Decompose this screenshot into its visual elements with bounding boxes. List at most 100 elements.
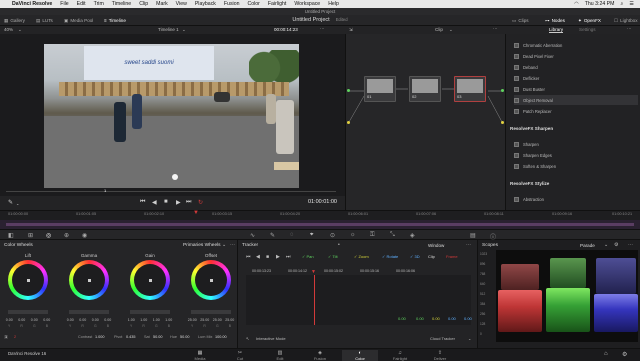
chevron-down-icon[interactable]: ⌄	[16, 201, 19, 206]
fx-sharpen-edges[interactable]: Sharpen Edges	[514, 150, 638, 160]
page-cut[interactable]: ✂ Cut	[222, 350, 258, 361]
gamma-b[interactable]: 0.00	[104, 318, 111, 322]
gamma-wheel[interactable]	[69, 260, 109, 300]
tracker-mode-select[interactable]: Window	[428, 243, 444, 248]
track-back-icon[interactable]: ⏮	[246, 254, 251, 260]
qualifier-icon[interactable]: ✎	[270, 232, 275, 239]
offset-wheel[interactable]	[191, 260, 231, 300]
scope-options-icon[interactable]: ⋯	[628, 242, 633, 248]
options-icon[interactable]: •	[338, 242, 340, 248]
chevron-down-icon[interactable]: ⌄	[604, 242, 608, 248]
tab-openfx[interactable]: ✦ OpenFX	[578, 17, 601, 24]
menu-fairlight[interactable]: Fairlight	[268, 1, 286, 7]
fx-sharpen[interactable]: Sharpen	[514, 139, 638, 149]
clip-mode-button[interactable]: Clip	[428, 254, 435, 259]
color-match-icon[interactable]: ⊞	[28, 232, 33, 239]
play-icon[interactable]: ▶	[176, 199, 181, 206]
output-key[interactable]	[501, 121, 504, 124]
settings-icon[interactable]: ⚙	[622, 351, 627, 358]
video-frame[interactable]: sweet saddi suomi	[44, 44, 299, 188]
offset-r[interactable]: 25.00	[200, 318, 209, 322]
menu-workspace[interactable]: Workspace	[294, 1, 320, 7]
option-tilt[interactable]: ✓ Tilt	[328, 254, 338, 259]
menu-timeline[interactable]: Timeline	[112, 1, 131, 7]
lift-y[interactable]: 0.00	[6, 318, 13, 322]
option-rotate[interactable]: ✓ Rotate	[382, 254, 398, 259]
source-key-input[interactable]	[347, 121, 350, 124]
page-deliver[interactable]: ⇪ Deliver	[422, 350, 458, 361]
option-3d[interactable]: ✓ 3D	[410, 254, 420, 259]
offset-b[interactable]: 25.00	[225, 318, 234, 322]
fx-soften-sharpen[interactable]: Soften & Sharpen	[514, 161, 638, 171]
lift-values[interactable]: 0.00 0.00 0.00 0.00	[3, 318, 53, 322]
track-reverse-icon[interactable]: ◀	[256, 254, 260, 260]
parade-scope[interactable]	[496, 250, 638, 342]
page-fusion[interactable]: ◈ Fusion	[302, 350, 338, 361]
scrub-bar[interactable]	[6, 191, 336, 192]
wheel-center[interactable]	[88, 279, 91, 282]
chevron-down-icon[interactable]: ⌄	[449, 27, 453, 33]
offset-master-wheel[interactable]	[191, 310, 231, 314]
scopes-toggle-icon[interactable]: ▤	[470, 232, 476, 239]
tracker-icon[interactable]: ⌖	[310, 232, 313, 239]
wheels-mode-select[interactable]: Primaries Wheels	[183, 243, 221, 248]
step-back-icon[interactable]: ◀	[152, 199, 157, 206]
tracker-options-icon[interactable]: ⋯	[466, 242, 471, 248]
page-fairlight[interactable]: ♫ Fairlight	[382, 350, 418, 361]
menu-help[interactable]: Help	[328, 1, 339, 7]
pivot-value[interactable]: 0.435	[126, 335, 136, 339]
lummix-value[interactable]: 100.00	[215, 335, 227, 339]
option-pan[interactable]: ✓ Pan	[302, 254, 314, 259]
page-color[interactable]: ◐ Color	[342, 350, 378, 361]
key-icon[interactable]: ⚿	[370, 232, 375, 239]
fx-abstraction[interactable]: Abstraction	[514, 194, 638, 204]
library-section-sharpen[interactable]: ResolveFX Sharpen	[510, 126, 553, 131]
menu-clip[interactable]: Clip	[139, 1, 148, 7]
gamma-master-wheel[interactable]	[69, 310, 109, 314]
zoom-icon[interactable]: ⇲	[349, 27, 353, 33]
gain-y[interactable]: 1.00	[128, 318, 135, 322]
sat-value[interactable]: 50.00	[153, 335, 163, 339]
node-02[interactable]: 02	[409, 76, 441, 102]
fx-patch-replacer[interactable]: Patch Replacer	[514, 106, 638, 116]
clip-bar[interactable]	[6, 223, 634, 226]
scope-type-select[interactable]: Parade	[580, 243, 595, 248]
timeline-name[interactable]: Timeline 1	[158, 27, 179, 32]
contrast-value[interactable]: 1.000	[95, 335, 105, 339]
camera-raw-icon[interactable]: ◧	[8, 232, 14, 239]
home-icon[interactable]: ⌂	[604, 351, 608, 357]
fx-chromatic-aberration[interactable]: Chromatic Aberration	[514, 40, 638, 50]
offset-y[interactable]: 25.00	[188, 318, 197, 322]
menu-edit[interactable]: Edit	[77, 1, 86, 7]
library-options-icon[interactable]: ⋯	[627, 26, 632, 32]
menu-mark[interactable]: Mark	[156, 1, 168, 7]
page-1-button[interactable]: 1	[4, 335, 9, 339]
node-03[interactable]: 03	[454, 76, 486, 102]
sizing-icon[interactable]: ⤡	[390, 232, 395, 239]
chevron-down-icon[interactable]: ⌄	[182, 27, 186, 33]
chevron-down-icon[interactable]: ⌄	[18, 27, 22, 33]
gain-values[interactable]: 1.00 1.00 1.00 1.00	[125, 318, 175, 322]
tab-lightbox[interactable]: ☐ Lightbox	[614, 17, 638, 24]
fx-dead-pixel-fixer[interactable]: Dead Pixel Fixer	[514, 51, 638, 61]
blur-icon[interactable]: ☼	[350, 232, 356, 238]
track-step-icon[interactable]: ⏭	[286, 254, 291, 260]
output-rgb[interactable]	[501, 89, 504, 92]
wheels-options-icon[interactable]: ⋯	[230, 242, 235, 248]
option-zoom[interactable]: ✓ Zoom	[354, 254, 369, 259]
wheel-center[interactable]	[149, 279, 152, 282]
tab-nodes[interactable]: ⊶ Nodes	[545, 17, 565, 24]
tab-clips[interactable]: ▭ Clips	[512, 17, 529, 24]
chevron-down-icon[interactable]: ⌄	[468, 336, 471, 341]
stop-tracking-icon[interactable]: ■	[266, 254, 269, 260]
node-clip-label[interactable]: Clip	[435, 27, 443, 32]
gamma-values[interactable]: 0.00 0.00 0.00 0.00	[64, 318, 114, 322]
gain-wheel[interactable]	[130, 260, 170, 300]
library-section-stylize[interactable]: ResolveFX Stylize	[510, 181, 549, 186]
fx-deflicker[interactable]: Deflicker	[514, 73, 638, 83]
go-last-icon[interactable]: ⏭	[186, 199, 191, 206]
lift-r[interactable]: 0.00	[18, 318, 25, 322]
page-2-button[interactable]: 2	[14, 335, 16, 339]
offset-values[interactable]: 25.00 25.00 25.00 25.00	[186, 318, 236, 322]
rgb-mixer-icon[interactable]: ⊕	[64, 232, 69, 239]
